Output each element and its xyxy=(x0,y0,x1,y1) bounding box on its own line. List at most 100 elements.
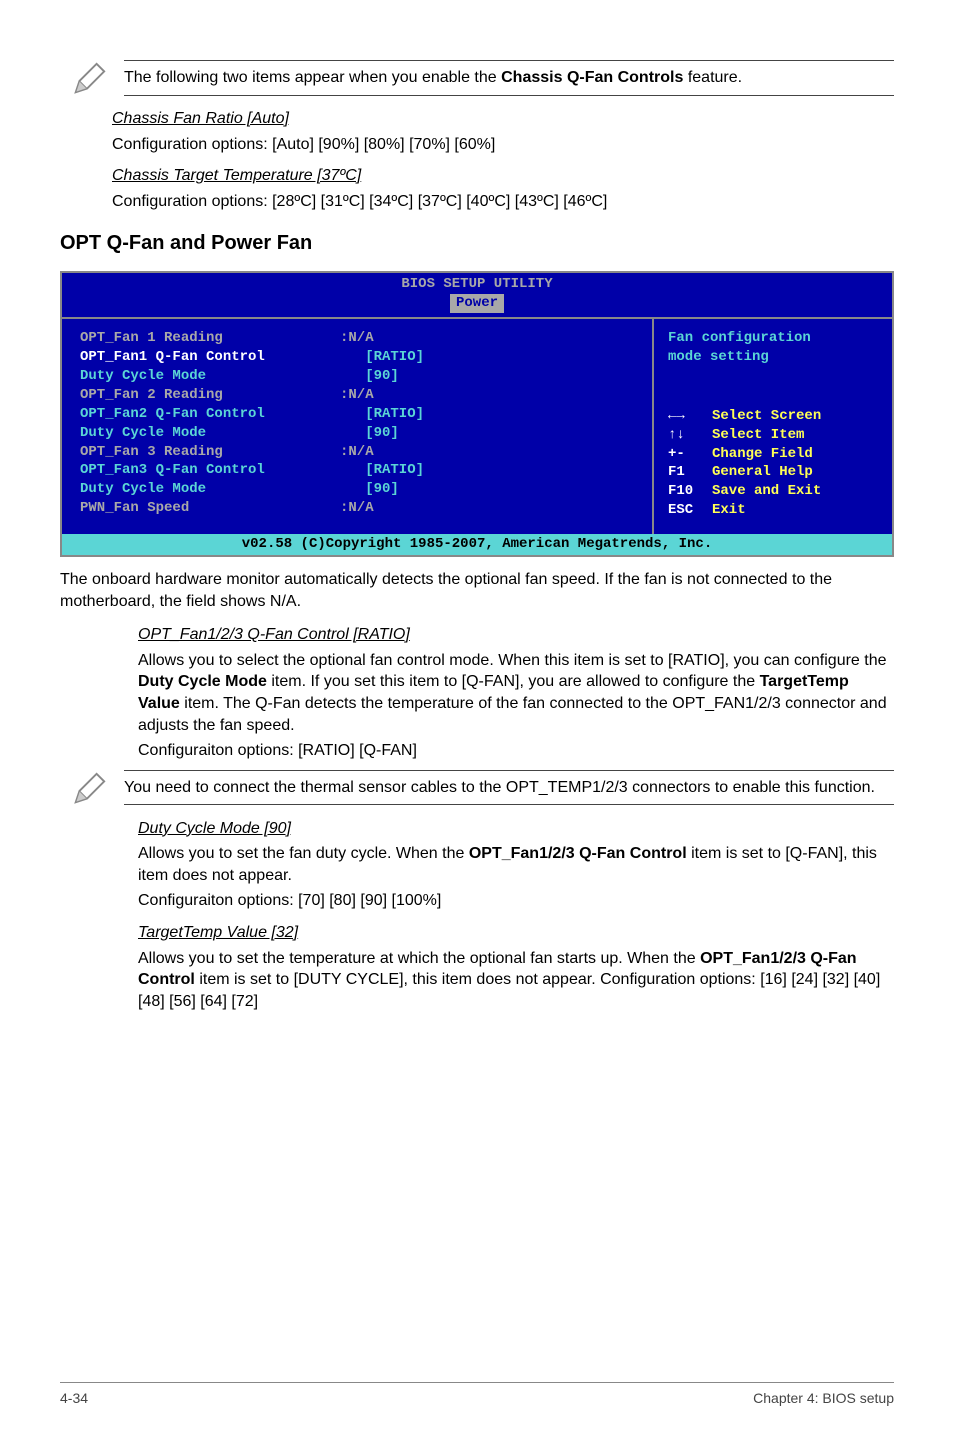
bios-help-line: F10Save and Exit xyxy=(668,482,878,501)
note-box-2: You need to connect the thermal sensor c… xyxy=(70,770,894,808)
duty-title: Duty Cycle Mode [90] xyxy=(138,818,894,840)
bios-row-value: [RATIO] xyxy=(340,461,424,480)
bios-row-label: OPT_Fan 3 Reading xyxy=(80,443,340,462)
bios-row-label: OPT_Fan 2 Reading xyxy=(80,386,340,405)
bios-help-line: ←→Select Screen xyxy=(668,407,878,426)
opt-qfan-p1: Allows you to select the optional fan co… xyxy=(138,650,894,736)
target-temp-block: TargetTemp Value [32] Allows you to set … xyxy=(138,922,894,1012)
opt-qfan-title: OPT_Fan1/2/3 Q-Fan Control [RATIO] xyxy=(138,624,894,646)
bios-row-value: [RATIO] xyxy=(340,405,424,424)
chassis-fan-ratio-title: Chassis Fan Ratio [Auto] xyxy=(112,108,894,130)
duty-p1b: OPT_Fan1/2/3 Q-Fan Control xyxy=(469,845,687,862)
bios-help-key: +- xyxy=(668,445,712,464)
chassis-target-temp-body: Configuration options: [28ºC] [31ºC] [34… xyxy=(112,191,894,213)
after-bios-paragraph: The onboard hardware monitor automatical… xyxy=(60,569,894,612)
bios-row-label: Duty Cycle Mode xyxy=(80,367,340,386)
pencil-icon xyxy=(70,60,108,98)
note1-text-a: The following two items appear when you … xyxy=(124,69,501,86)
note1-bold: Chassis Q-Fan Controls xyxy=(501,69,683,86)
duty-p1: Allows you to set the fan duty cycle. Wh… xyxy=(138,843,894,886)
bios-help-keys: ←→Select Screen↑↓Select Item+-Change Fie… xyxy=(668,407,878,520)
bios-help-title-a: Fan configuration xyxy=(668,329,878,348)
bios-help-key: ↑↓ xyxy=(668,426,712,445)
bios-row-label: Duty Cycle Mode xyxy=(80,480,340,499)
bios-tab-power[interactable]: Power xyxy=(450,294,504,313)
bios-row: Duty Cycle Mode [90] xyxy=(80,367,634,386)
bios-row: OPT_Fan3 Q-Fan Control [RATIO] xyxy=(80,461,634,480)
bios-panel: BIOS SETUP UTILITY Power OPT_Fan 1 Readi… xyxy=(60,271,894,557)
note2-text: You need to connect the thermal sensor c… xyxy=(124,770,894,806)
note-box-1: The following two items appear when you … xyxy=(70,60,894,98)
bios-row: OPT_Fan 2 Reading:N/A xyxy=(80,386,634,405)
duty-cycle-block: Duty Cycle Mode [90] Allows you to set t… xyxy=(138,818,894,912)
bios-row-label: Duty Cycle Mode xyxy=(80,424,340,443)
opt-qfan-p1e: item. The Q-Fan detects the temperature … xyxy=(138,695,887,734)
chassis-fan-ratio-block: Chassis Fan Ratio [Auto] Configuration o… xyxy=(112,108,894,155)
bios-help-line: ESCExit xyxy=(668,501,878,520)
bios-help-key: F10 xyxy=(668,482,712,501)
bios-row-value: N/A xyxy=(348,443,373,462)
chapter-label: Chapter 4: BIOS setup xyxy=(753,1389,894,1408)
bios-help-desc: Select Item xyxy=(712,426,804,445)
bios-help-title: Fan configuration mode setting xyxy=(668,329,878,367)
bios-row[interactable]: OPT_Fan1 Q-Fan Control [RATIO] xyxy=(80,348,634,367)
bios-row-label: OPT_Fan3 Q-Fan Control xyxy=(80,461,340,480)
note-text: The following two items appear when you … xyxy=(124,60,894,96)
bios-help-desc: Change Field xyxy=(712,445,813,464)
bios-help-desc: Exit xyxy=(712,501,746,520)
bios-help-title-b: mode setting xyxy=(668,348,878,367)
page-footer: 4-34 Chapter 4: BIOS setup xyxy=(60,1382,894,1408)
bios-help-line: ↑↓Select Item xyxy=(668,426,878,445)
bios-footer: v02.58 (C)Copyright 1985-2007, American … xyxy=(62,534,892,555)
bios-row: PWN_Fan Speed:N/A xyxy=(80,499,634,518)
bios-row-value: [90] xyxy=(340,424,399,443)
bios-row-value: [RATIO] xyxy=(340,348,424,367)
opt-qfan-p1c: item. If you set this item to [Q-FAN], y… xyxy=(267,673,760,690)
bios-row-value: [90] xyxy=(340,367,399,386)
bios-help-key: ESC xyxy=(668,501,712,520)
bios-tab-row: Power xyxy=(62,294,892,317)
pencil-icon xyxy=(70,770,108,808)
duty-p1a: Allows you to set the fan duty cycle. Wh… xyxy=(138,845,469,862)
bios-help-line: F1General Help xyxy=(668,463,878,482)
bios-row: OPT_Fan 1 Reading:N/A xyxy=(80,329,634,348)
section-heading: OPT Q-Fan and Power Fan xyxy=(60,230,894,257)
bios-help-pane: Fan configuration mode setting ←→Select … xyxy=(652,317,892,534)
opt-qfan-p1a: Allows you to select the optional fan co… xyxy=(138,652,887,669)
bios-body: OPT_Fan 1 Reading:N/AOPT_Fan1 Q-Fan Cont… xyxy=(62,317,892,534)
bios-title: BIOS SETUP UTILITY xyxy=(62,273,892,294)
bios-row-value: N/A xyxy=(348,386,373,405)
bios-row-value: [90] xyxy=(340,480,399,499)
bios-row-label: PWN_Fan Speed xyxy=(80,499,340,518)
bios-help-key: ←→ xyxy=(668,407,712,426)
bios-row-colon: : xyxy=(340,329,348,348)
bios-help-desc: Save and Exit xyxy=(712,482,821,501)
bios-row-value: N/A xyxy=(348,499,373,518)
bios-row-value: N/A xyxy=(348,329,373,348)
target-p1a: Allows you to set the temperature at whi… xyxy=(138,950,700,967)
chassis-target-temp-block: Chassis Target Temperature [37ºC] Config… xyxy=(112,165,894,212)
bios-row-colon: : xyxy=(340,443,348,462)
target-p1c: item is set to [DUTY CYCLE], this item d… xyxy=(138,971,880,1010)
bios-row-colon: : xyxy=(340,499,348,518)
note1-text-b: feature. xyxy=(683,69,742,86)
bios-row-label: OPT_Fan2 Q-Fan Control xyxy=(80,405,340,424)
opt-qfan-p1b: Duty Cycle Mode xyxy=(138,673,267,690)
bios-help-desc: Select Screen xyxy=(712,407,821,426)
bios-left-pane: OPT_Fan 1 Reading:N/AOPT_Fan1 Q-Fan Cont… xyxy=(62,317,652,534)
chassis-target-temp-title: Chassis Target Temperature [37ºC] xyxy=(112,165,894,187)
opt-qfan-p2: Configuraiton options: [RATIO] [Q-FAN] xyxy=(138,740,894,762)
bios-row-label: OPT_Fan 1 Reading xyxy=(80,329,340,348)
target-p1: Allows you to set the temperature at whi… xyxy=(138,948,894,1013)
bios-help-desc: General Help xyxy=(712,463,813,482)
bios-row-colon: : xyxy=(340,386,348,405)
bios-row: Duty Cycle Mode [90] xyxy=(80,480,634,499)
bios-row: OPT_Fan 3 Reading:N/A xyxy=(80,443,634,462)
bios-help-key: F1 xyxy=(668,463,712,482)
target-title: TargetTemp Value [32] xyxy=(138,922,894,944)
bios-help-line: +-Change Field xyxy=(668,445,878,464)
chassis-fan-ratio-body: Configuration options: [Auto] [90%] [80%… xyxy=(112,134,894,156)
duty-p2: Configuraiton options: [70] [80] [90] [1… xyxy=(138,890,894,912)
bios-row-label: OPT_Fan1 Q-Fan Control xyxy=(80,348,340,367)
page-number: 4-34 xyxy=(60,1389,88,1408)
